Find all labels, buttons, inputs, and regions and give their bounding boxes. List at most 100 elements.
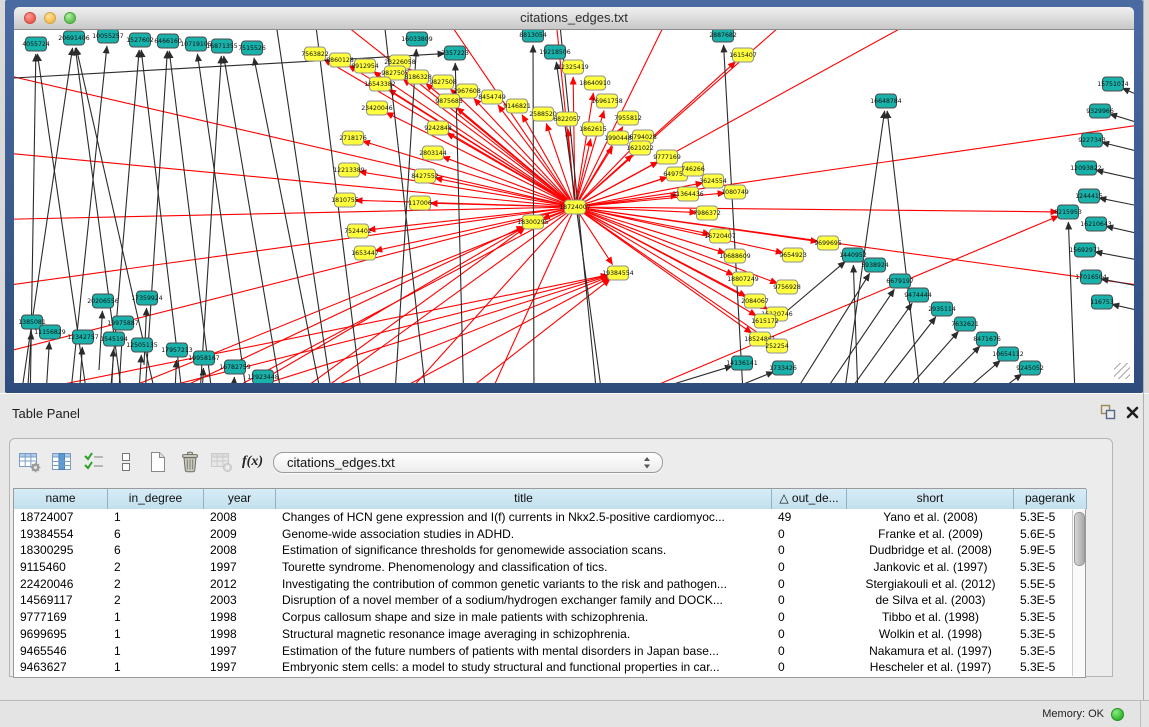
- table-row[interactable]: 1938455462009Genome-wide association stu…: [14, 526, 1085, 543]
- table-row[interactable]: 977716911998Corpus callosum shape and si…: [14, 609, 1085, 626]
- graph-node[interactable]: 746266: [681, 162, 705, 176]
- table-row[interactable]: 911546021997Tourette syndrome. Phenomeno…: [14, 559, 1085, 576]
- graph-node[interactable]: 6679197: [886, 274, 914, 288]
- graph-node[interactable]: 4055724: [22, 37, 50, 51]
- graph-edge[interactable]: [654, 366, 732, 383]
- float-panel-button[interactable]: [1100, 404, 1116, 420]
- table-row[interactable]: 2242004622012Investigating the contribut…: [14, 576, 1085, 593]
- graph-node[interactable]: 2803144: [419, 146, 447, 160]
- graph-edge[interactable]: [224, 277, 609, 383]
- graph-node[interactable]: 1862615: [579, 122, 607, 136]
- graph-node[interactable]: 7986372: [693, 206, 721, 220]
- graph-edge[interactable]: [232, 377, 234, 383]
- graph-node[interactable]: 12342757: [67, 330, 99, 344]
- graph-node[interactable]: 16033809: [401, 32, 433, 46]
- graph-edge[interactable]: [876, 332, 958, 383]
- graph-edge[interactable]: [174, 207, 575, 383]
- graph-edge[interactable]: [575, 146, 613, 207]
- graph-node[interactable]: 23420046: [361, 101, 393, 115]
- column-header-outde[interactable]: △ out_de...: [772, 489, 847, 509]
- function-builder-icon[interactable]: f(x): [242, 454, 263, 470]
- graph-edge[interactable]: [829, 303, 912, 383]
- graph-node[interactable]: 12213389: [333, 163, 365, 177]
- graph-node[interactable]: 1621022: [626, 141, 654, 155]
- column-header-name[interactable]: name: [14, 489, 108, 509]
- graph-node[interactable]: 1733426: [769, 361, 797, 375]
- graph-node[interactable]: 16648784: [870, 94, 902, 108]
- graph-node[interactable]: 9654923: [779, 248, 807, 262]
- graph-node[interactable]: 8471676: [973, 332, 1001, 346]
- graph-node[interactable]: 19218506: [539, 45, 571, 59]
- graph-edge[interactable]: [1099, 198, 1134, 208]
- graph-node[interactable]: 9756928: [773, 280, 801, 294]
- column-options-button[interactable]: [50, 450, 74, 474]
- graph-edge[interactable]: [1122, 88, 1134, 100]
- graph-node[interactable]: 18640910: [579, 76, 611, 90]
- graph-node[interactable]: 1810755: [331, 193, 359, 207]
- graph-node[interactable]: 6822057: [553, 112, 581, 126]
- delete-column-button[interactable]: [178, 450, 202, 474]
- graph-node[interactable]: 16210643: [1080, 217, 1112, 231]
- graph-node[interactable]: 1615172: [751, 314, 779, 328]
- graph-edge[interactable]: [704, 372, 774, 383]
- graph-node[interactable]: 15692971: [1069, 243, 1101, 257]
- graph-node[interactable]: 8186328: [404, 70, 432, 84]
- graph-node[interactable]: 116753: [1090, 295, 1114, 309]
- graph-edge[interactable]: [575, 207, 1058, 212]
- graph-edge[interactable]: [174, 360, 177, 383]
- graph-node[interactable]: 10688609: [719, 249, 751, 263]
- graph-node[interactable]: 1990448: [604, 131, 632, 145]
- table-options-button[interactable]: [18, 450, 42, 474]
- graph-node[interactable]: 3624554: [699, 174, 727, 188]
- graph-node[interactable]: 10654112: [992, 347, 1024, 361]
- graph-node[interactable]: 2084067: [741, 294, 769, 308]
- graph-edge[interactable]: [1110, 114, 1134, 126]
- graph-node[interactable]: 7632621: [951, 317, 979, 331]
- graph-node[interactable]: 9699695: [814, 236, 842, 250]
- column-header-year[interactable]: year: [204, 489, 276, 509]
- table-row[interactable]: 946362711997Embryonic stem cells: a mode…: [14, 659, 1085, 676]
- column-header-title[interactable]: title: [276, 489, 772, 509]
- graph-edge[interactable]: [919, 360, 1000, 383]
- graph-node[interactable]: 1244415: [1075, 189, 1103, 203]
- graph-node[interactable]: 12505135: [126, 338, 158, 352]
- column-header-pagerank[interactable]: pagerank: [1014, 489, 1087, 509]
- graph-node[interactable]: 1653447: [351, 246, 379, 260]
- column-header-short[interactable]: short: [847, 489, 1014, 509]
- graph-edge[interactable]: [533, 45, 534, 383]
- graph-node[interactable]: 10055257: [92, 30, 124, 43]
- graph-node[interactable]: 9875685: [435, 94, 463, 108]
- graph-node[interactable]: 20206556: [87, 294, 119, 308]
- graph-node[interactable]: 1080749: [721, 185, 749, 199]
- graph-node[interactable]: 1527602: [126, 33, 154, 47]
- graph-node[interactable]: 8813054: [519, 30, 547, 42]
- graph-node[interactable]: 9827508: [429, 75, 457, 89]
- window-titlebar[interactable]: citations_edges.txt: [14, 7, 1134, 30]
- graph-node[interactable]: 9777169: [653, 150, 681, 164]
- graph-node[interactable]: 2887682: [709, 30, 737, 42]
- graph-edge[interactable]: [724, 45, 744, 383]
- graph-edge[interactable]: [575, 93, 593, 207]
- graph-node[interactable]: 8860128: [326, 53, 354, 67]
- graph-node[interactable]: 9242848: [424, 121, 452, 135]
- graph-node[interactable]: 1545194: [100, 332, 128, 346]
- graph-edge[interactable]: [14, 275, 608, 383]
- graph-node[interactable]: 9227343: [1078, 133, 1106, 147]
- graph-edge[interactable]: [199, 56, 221, 383]
- new-column-button[interactable]: [146, 450, 170, 474]
- graph-edge[interactable]: [447, 133, 575, 207]
- graph-node[interactable]: 2718176: [339, 131, 367, 145]
- zoom-window-button[interactable]: [64, 12, 76, 24]
- graph-node[interactable]: 8912954: [351, 59, 379, 73]
- graph-node[interactable]: 9146821: [503, 99, 531, 113]
- graph-node[interactable]: 17359924: [131, 291, 163, 305]
- column-header-indegree[interactable]: in_degree: [108, 489, 204, 509]
- table-row[interactable]: 1872400712008Changes of HCN gene express…: [14, 509, 1085, 526]
- graph-node[interactable]: 252254: [765, 339, 789, 353]
- graph-node[interactable]: 7524402: [344, 224, 372, 238]
- canvas-resize-grip[interactable]: [1114, 363, 1130, 379]
- graph-node[interactable]: 8215953: [1054, 205, 1082, 219]
- graph-node[interactable]: 16961758: [591, 94, 623, 108]
- graph-edge[interactable]: [942, 374, 1022, 383]
- graph-edge[interactable]: [374, 207, 575, 383]
